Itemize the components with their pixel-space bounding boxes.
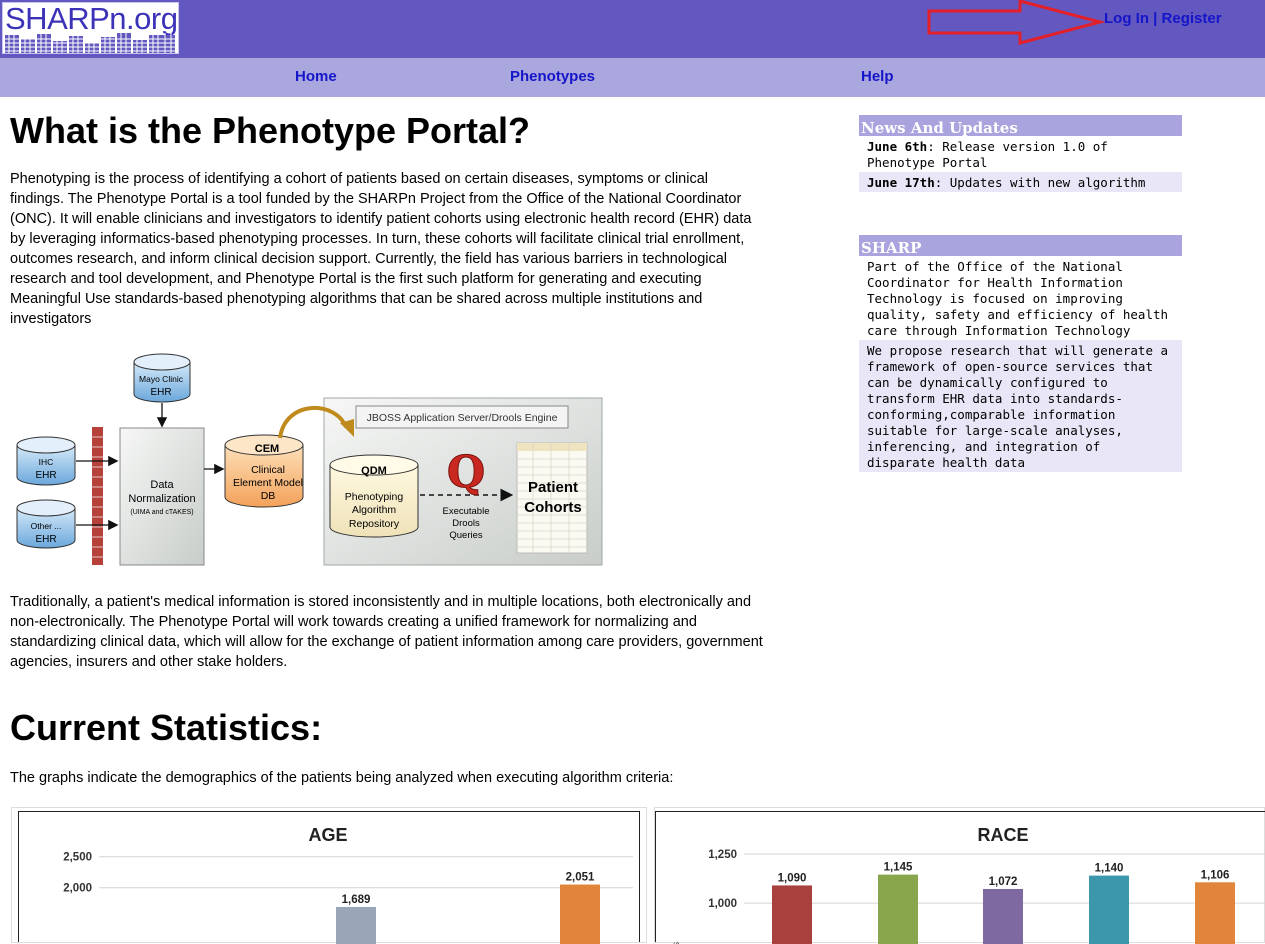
executable-queries-label: Executable: [442, 506, 489, 517]
svg-text:Algorithm: Algorithm: [352, 504, 397, 516]
architecture-diagram: JBOSS Application Server/Drools Engine M…: [10, 345, 610, 570]
race-chart-container: RACE1,2501,000rs1,0901,1451,0721,1401,10…: [654, 807, 1265, 943]
login-link[interactable]: Log In: [1104, 10, 1149, 27]
svg-text:Data: Data: [150, 479, 174, 491]
drools-q-icon: Q: [447, 447, 485, 498]
sharp-panel: SHARP Part of the Office of the National…: [859, 235, 1182, 472]
age-chart: AGE2,5002,000s1,6892,051: [19, 812, 639, 944]
race-bar: [772, 885, 812, 944]
logo-graphic: [5, 33, 177, 53]
nav-home[interactable]: Home: [295, 68, 337, 85]
age-chart-container: AGE2,5002,000s1,6892,051: [11, 807, 647, 943]
logo-text: SHARPn.org: [5, 2, 177, 37]
page-title: What is the Phenotype Portal?: [10, 110, 530, 152]
svg-text:EHR: EHR: [150, 387, 171, 398]
svg-text:Cohorts: Cohorts: [524, 499, 582, 516]
race-bar-label: 1,090: [778, 872, 807, 884]
svg-text:DB: DB: [261, 490, 276, 502]
svg-text:Mayo Clinic: Mayo Clinic: [139, 374, 184, 384]
sharpn-logo[interactable]: SHARPn.org: [2, 2, 179, 54]
svg-text:CEM: CEM: [255, 443, 279, 455]
register-link[interactable]: Register: [1162, 10, 1222, 27]
svg-text:(UIMA and cTAKES): (UIMA and cTAKES): [130, 509, 193, 516]
patient-cohorts-sheet: Patient Cohorts: [517, 443, 587, 553]
race-bar-label: 1,145: [884, 862, 913, 874]
svg-text:EHR: EHR: [35, 470, 56, 481]
age-bar-label: 1,689: [342, 894, 371, 906]
auth-separator: |: [1153, 10, 1157, 27]
intro-paragraph: Phenotyping is the process of identifyin…: [10, 169, 765, 329]
mayo-ehr-cylinder: Mayo Clinic EHR: [134, 354, 190, 402]
header-bar: SHARPn.org: [0, 0, 1265, 58]
sharp-panel-title: SHARP: [859, 235, 1182, 256]
svg-text:Element Model: Element Model: [233, 477, 303, 489]
stats-intro: The graphs indicate the demographics of …: [10, 768, 765, 788]
svg-text:IHC: IHC: [39, 457, 54, 467]
svg-text:Patient: Patient: [528, 479, 578, 496]
news-panel: News And Updates June 6th: Release versi…: [859, 115, 1182, 192]
news-item: June 17th: Updates with new algorithm: [859, 172, 1182, 192]
svg-text:Clinical: Clinical: [251, 464, 285, 476]
svg-text:Queries: Queries: [449, 530, 483, 541]
auth-links: Log In | Register: [1104, 10, 1222, 27]
other-ehr-cylinder: Other ... EHR: [17, 500, 75, 548]
race-bar-label: 1,140: [1095, 863, 1124, 875]
svg-text:Q: Q: [447, 447, 485, 498]
svg-text:QDM: QDM: [361, 465, 387, 477]
svg-text:Other ...: Other ...: [31, 521, 62, 531]
stats-title: Current Statistics:: [10, 707, 322, 749]
svg-text:Phenotyping: Phenotyping: [345, 491, 404, 503]
cem-database-cylinder: CEM Clinical Element Model DB: [225, 435, 303, 507]
firewall-icon: [92, 427, 103, 565]
age-y-tick-label: 2,500: [63, 852, 92, 864]
sharp-item: We propose research that will generate a…: [859, 340, 1182, 472]
race-y-tick-label: 1,250: [708, 849, 737, 861]
red-arrow-annotation-icon: [926, 0, 1106, 48]
qdm-repository-cylinder: QDM Phenotyping Algorithm Repository: [330, 455, 418, 537]
race-chart-title: RACE: [977, 825, 1028, 845]
data-normalization-box: Data Normalization (UIMA and cTAKES): [120, 428, 204, 565]
news-panel-title: News And Updates: [859, 115, 1182, 136]
race-chart: RACE1,2501,000rs1,0901,1451,0721,1401,10…: [656, 812, 1265, 944]
svg-text:Normalization: Normalization: [128, 493, 195, 505]
nav-phenotypes[interactable]: Phenotypes: [510, 68, 595, 85]
news-item: June 6th: Release version 1.0 of Phenoty…: [859, 136, 1182, 172]
age-chart-title: AGE: [308, 825, 347, 845]
race-y-tick-label: 1,000: [708, 898, 737, 910]
race-bar: [1195, 882, 1235, 944]
ihc-ehr-cylinder: IHC EHR: [17, 437, 75, 485]
age-chart-frame: AGE2,5002,000s1,6892,051: [18, 811, 640, 942]
race-bar: [878, 875, 918, 944]
age-bar: [560, 885, 600, 944]
age-bar: [336, 907, 376, 944]
svg-text:Drools: Drools: [452, 518, 480, 529]
nav-bar: Home Phenotypes Help: [0, 58, 1265, 97]
race-bar: [983, 889, 1023, 944]
sharp-item: Part of the Office of the National Coord…: [859, 256, 1182, 340]
svg-text:EHR: EHR: [35, 534, 56, 545]
race-bar-label: 1,106: [1201, 869, 1230, 881]
age-bar-label: 2,051: [566, 872, 595, 884]
nav-help[interactable]: Help: [861, 68, 894, 85]
framework-paragraph: Traditionally, a patient's medical infor…: [10, 592, 765, 672]
race-chart-frame: RACE1,2501,000rs1,0901,1451,0721,1401,10…: [655, 811, 1265, 942]
race-bar-label: 1,072: [989, 876, 1018, 888]
age-y-tick-label: 2,000: [63, 883, 92, 895]
svg-text:Repository: Repository: [349, 518, 400, 530]
jboss-label: JBOSS Application Server/Drools Engine: [367, 412, 558, 424]
race-bar: [1089, 876, 1129, 944]
